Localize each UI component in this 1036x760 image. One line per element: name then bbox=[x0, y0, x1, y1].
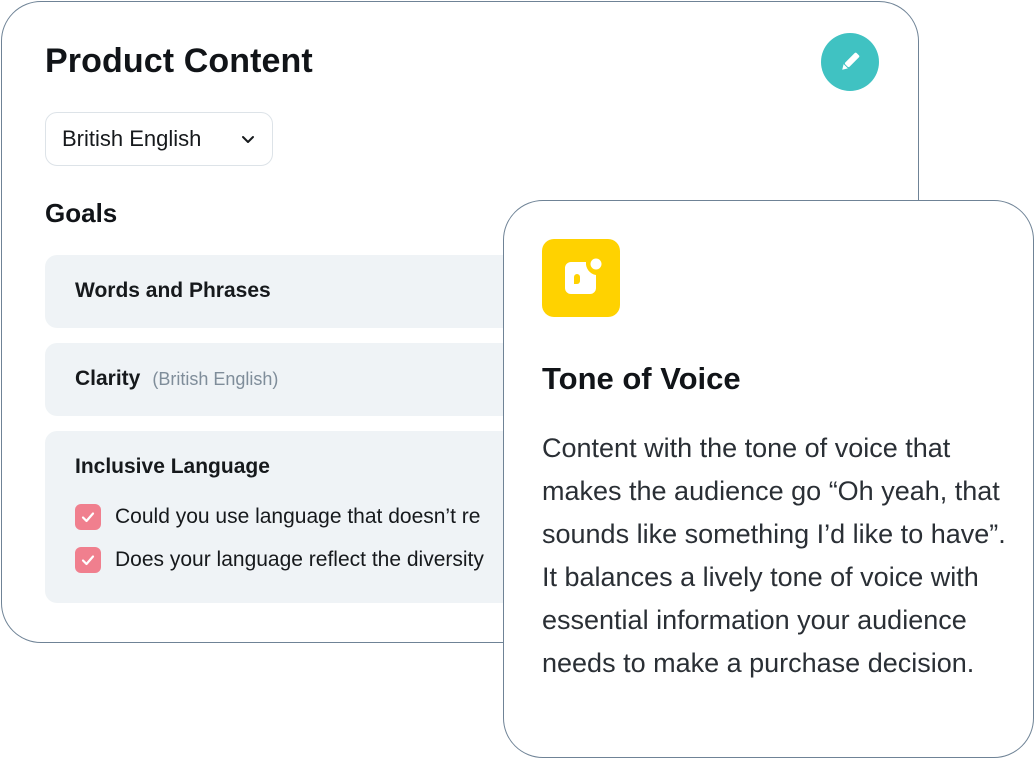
tone-title: Tone of Voice bbox=[542, 361, 741, 396]
checkbox[interactable] bbox=[75, 504, 101, 530]
check-item-label: Does your language reflect the diversity bbox=[115, 548, 484, 571]
stage: Product Content British English Goals Wo… bbox=[0, 0, 1036, 760]
goal-subtitle: (British English) bbox=[152, 369, 279, 389]
check-item-label: Could you use language that doesn’t re bbox=[115, 505, 481, 528]
chevron-down-icon bbox=[242, 136, 254, 143]
language-select-value: British English bbox=[62, 126, 202, 151]
checkbox[interactable] bbox=[75, 547, 101, 573]
goal-title: Clarity bbox=[75, 367, 141, 390]
tone-icon-tile bbox=[542, 239, 620, 317]
page-title: Product Content bbox=[45, 42, 313, 80]
checkmark-icon bbox=[81, 512, 95, 523]
goal-title: Inclusive Language bbox=[75, 455, 270, 478]
goals-heading: Goals bbox=[45, 198, 118, 228]
tone-description: Content with the tone of voice that make… bbox=[542, 433, 1006, 678]
check-item: Could you use language that doesn’t re bbox=[75, 504, 480, 530]
pencil-icon bbox=[842, 52, 860, 70]
language-select[interactable]: British English bbox=[45, 112, 273, 166]
checkmark-icon bbox=[81, 555, 95, 566]
check-item: Does your language reflect the diversity bbox=[75, 547, 484, 573]
goal-title: Words and Phrases bbox=[75, 279, 271, 302]
edit-button[interactable] bbox=[821, 33, 879, 91]
tone-of-voice-card: Tone of Voice Content with the tone of v… bbox=[503, 200, 1034, 758]
speech-bubble-icon bbox=[565, 258, 602, 294]
